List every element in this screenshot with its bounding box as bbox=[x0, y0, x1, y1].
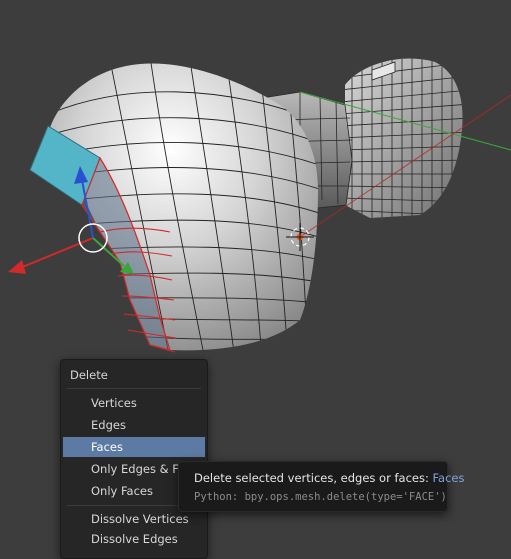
tooltip: Delete selected vertices, edges or faces… bbox=[178, 461, 465, 512]
menu-item-dissolve-vertices[interactable]: Dissolve Vertices bbox=[63, 509, 205, 529]
tooltip-description: Delete selected vertices, edges or faces… bbox=[194, 471, 465, 485]
tooltip-python: Python: bpy.ops.mesh.delete(type='FACE') bbox=[194, 491, 447, 503]
menu-item-edges[interactable]: Edges bbox=[63, 415, 205, 435]
menu-item-dissolve-edges[interactable]: Dissolve Edges bbox=[63, 529, 205, 549]
menu-item-vertices[interactable]: Vertices bbox=[63, 393, 205, 413]
menu-title: Delete bbox=[70, 368, 108, 382]
tooltip-description-text: Delete selected vertices, edges or faces… bbox=[194, 471, 429, 485]
menu-item-faces[interactable]: Faces bbox=[63, 437, 205, 457]
tooltip-value: Faces bbox=[432, 471, 465, 485]
delete-menu: Delete Vertices Edges Faces Only Edges &… bbox=[60, 359, 208, 559]
menu-separator bbox=[67, 388, 201, 389]
